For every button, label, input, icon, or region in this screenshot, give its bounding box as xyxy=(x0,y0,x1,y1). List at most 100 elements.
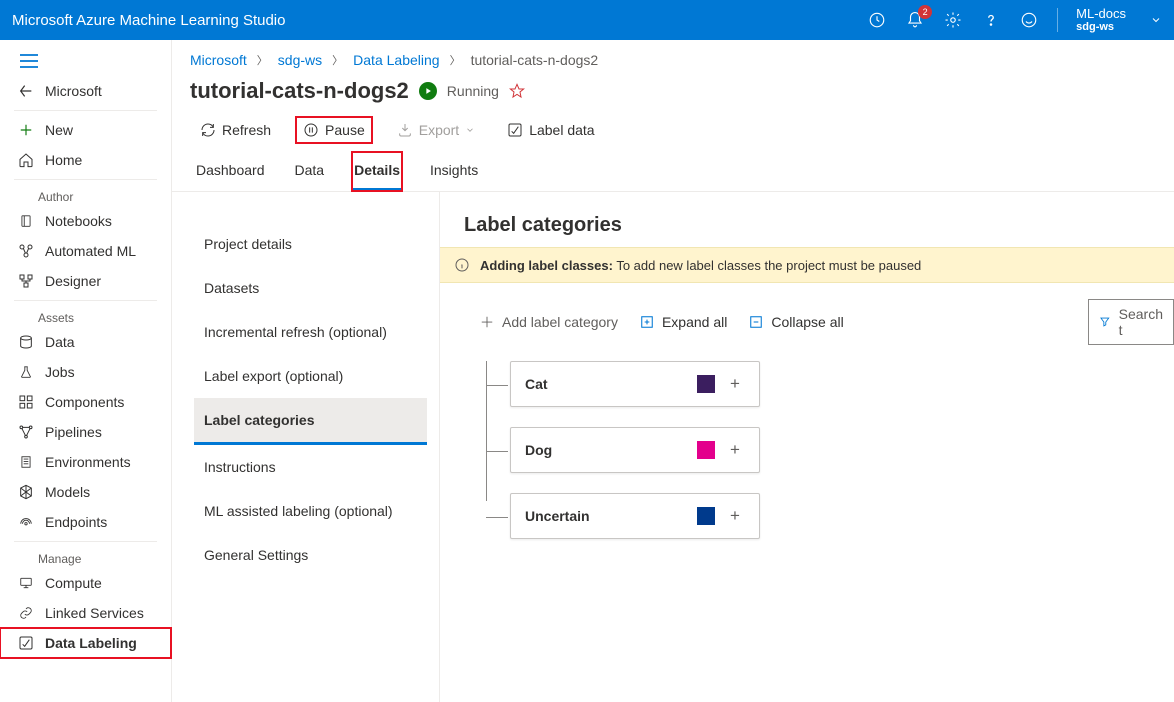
plus-icon xyxy=(18,122,34,138)
label-categories-panel: Label categories Adding label classes: T… xyxy=(440,192,1174,702)
environments-icon xyxy=(18,454,34,470)
title-row: tutorial-cats-n-dogs2 Running xyxy=(172,74,1174,114)
nav-divider xyxy=(14,179,157,180)
section-manage: Manage xyxy=(0,546,171,568)
content-area: Microsoft 〉 sdg-ws 〉 Data Labeling 〉 tut… xyxy=(172,40,1174,702)
category-toolbar: Add label category Expand all Collapse a… xyxy=(440,283,1174,361)
nav-compute[interactable]: Compute xyxy=(0,568,171,598)
subnav-incremental-refresh[interactable]: Incremental refresh (optional) xyxy=(194,310,427,354)
tab-insights[interactable]: Insights xyxy=(428,152,480,191)
breadcrumb-current: tutorial-cats-n-dogs2 xyxy=(471,52,599,68)
category-box[interactable]: Uncertain + xyxy=(510,493,760,539)
favorite-star-icon[interactable] xyxy=(509,83,525,99)
sidebar: Microsoft New Home Author Notebooks Auto… xyxy=(0,40,172,702)
page-title: tutorial-cats-n-dogs2 xyxy=(190,78,409,104)
subnav-instructions[interactable]: Instructions xyxy=(194,445,427,489)
nav-automl[interactable]: Automated ML xyxy=(0,236,171,266)
nav-models[interactable]: Models xyxy=(0,477,171,507)
nav-data[interactable]: Data xyxy=(0,327,171,357)
status-text: Running xyxy=(447,83,499,99)
add-subcategory-button[interactable]: + xyxy=(725,374,745,394)
feedback-icon[interactable] xyxy=(1019,10,1039,30)
user-menu[interactable]: ML-docs sdg-ws xyxy=(1076,7,1126,33)
link-icon xyxy=(18,605,34,621)
info-bold: Adding label classes: xyxy=(480,258,613,273)
nav-divider xyxy=(14,541,157,542)
nav-components[interactable]: Components xyxy=(0,387,171,417)
breadcrumb-workspace[interactable]: sdg-ws xyxy=(278,52,322,68)
color-swatch xyxy=(697,375,715,393)
color-swatch xyxy=(697,441,715,459)
nav-designer[interactable]: Designer xyxy=(0,266,171,296)
nav-jobs[interactable]: Jobs xyxy=(0,357,171,387)
category-box[interactable]: Dog + xyxy=(510,427,760,473)
category-box[interactable]: Cat + xyxy=(510,361,760,407)
data-icon xyxy=(18,334,34,350)
nav-divider xyxy=(14,300,157,301)
pipeline-icon xyxy=(18,424,34,440)
category-tree: Cat + Dog + Uncertain + xyxy=(440,361,1174,539)
subnav-general-settings[interactable]: General Settings xyxy=(194,533,427,577)
add-subcategory-button[interactable]: + xyxy=(725,506,745,526)
search-input[interactable]: Search t xyxy=(1088,299,1174,345)
color-swatch xyxy=(697,507,715,525)
nav-home[interactable]: Home xyxy=(0,145,171,175)
info-text: To add new label classes the project mus… xyxy=(616,258,921,273)
breadcrumb-microsoft[interactable]: Microsoft xyxy=(190,52,247,68)
nav-data-labeling[interactable]: Data Labeling xyxy=(0,628,171,658)
endpoints-icon xyxy=(18,514,34,530)
filter-icon xyxy=(1099,315,1111,329)
components-icon xyxy=(18,394,34,410)
tab-details[interactable]: Details xyxy=(352,152,402,191)
subnav-label-categories[interactable]: Label categories xyxy=(194,398,427,445)
chevron-right-icon: 〉 xyxy=(450,52,461,68)
back-arrow-icon xyxy=(18,83,34,99)
add-label-category-button[interactable]: Add label category xyxy=(480,314,618,330)
labeling-icon xyxy=(18,635,34,651)
export-button: Export xyxy=(391,118,481,142)
status-running-icon xyxy=(419,82,437,100)
header-actions: 2 ML-docs sdg-ws xyxy=(867,7,1162,33)
label-data-button[interactable]: Label data xyxy=(501,118,600,142)
breadcrumb-data-labeling[interactable]: Data Labeling xyxy=(353,52,439,68)
designer-icon xyxy=(18,273,34,289)
hamburger-icon[interactable] xyxy=(0,46,171,76)
subnav-ml-assisted[interactable]: ML assisted labeling (optional) xyxy=(194,489,427,533)
flask-icon xyxy=(18,364,34,380)
back-label: Microsoft xyxy=(45,83,102,99)
category-label: Cat xyxy=(525,376,687,392)
tab-dashboard[interactable]: Dashboard xyxy=(194,152,267,191)
expand-all-button[interactable]: Expand all xyxy=(640,314,727,330)
nav-linked-services[interactable]: Linked Services xyxy=(0,598,171,628)
nav-pipelines[interactable]: Pipelines xyxy=(0,417,171,447)
user-name: ML-docs xyxy=(1076,7,1126,21)
info-icon xyxy=(454,257,470,273)
pause-button[interactable]: Pause xyxy=(297,118,371,142)
tab-data[interactable]: Data xyxy=(293,152,327,191)
toolbar: Refresh Pause Export Label data xyxy=(172,114,1174,152)
home-icon xyxy=(18,152,34,168)
clock-icon[interactable] xyxy=(867,10,887,30)
section-assets: Assets xyxy=(0,305,171,327)
collapse-all-button[interactable]: Collapse all xyxy=(749,314,843,330)
header-divider xyxy=(1057,8,1058,32)
subnav-label-export[interactable]: Label export (optional) xyxy=(194,354,427,398)
breadcrumb: Microsoft 〉 sdg-ws 〉 Data Labeling 〉 tut… xyxy=(172,40,1174,74)
nav-environments[interactable]: Environments xyxy=(0,447,171,477)
subnav-project-details[interactable]: Project details xyxy=(194,222,427,266)
category-node: Dog + xyxy=(510,427,1174,473)
add-subcategory-button[interactable]: + xyxy=(725,440,745,460)
app-title: Microsoft Azure Machine Learning Studio xyxy=(12,12,867,29)
nav-notebooks[interactable]: Notebooks xyxy=(0,206,171,236)
chevron-right-icon: 〉 xyxy=(257,52,268,68)
gear-icon[interactable] xyxy=(943,10,963,30)
nav-endpoints[interactable]: Endpoints xyxy=(0,507,171,537)
chevron-down-icon[interactable] xyxy=(1150,14,1162,26)
tabs: Dashboard Data Details Insights xyxy=(172,152,1174,192)
help-icon[interactable] xyxy=(981,10,1001,30)
subnav-datasets[interactable]: Datasets xyxy=(194,266,427,310)
back-button[interactable]: Microsoft xyxy=(0,76,171,106)
bell-icon[interactable]: 2 xyxy=(905,10,925,30)
refresh-button[interactable]: Refresh xyxy=(194,118,277,142)
nav-new[interactable]: New xyxy=(0,115,171,145)
